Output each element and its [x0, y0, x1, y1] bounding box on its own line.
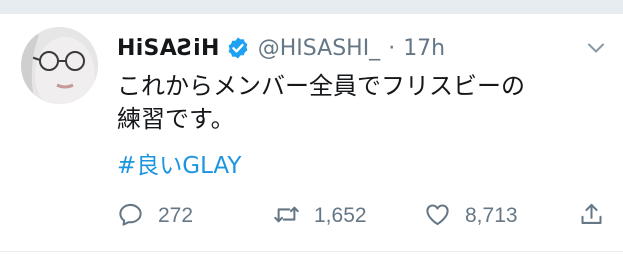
verified-badge-icon	[226, 36, 250, 60]
reply-count: 272	[158, 204, 194, 227]
tweet[interactable]: HiSAƧiH @HISASHI_ · 17h これからメンバー全員でフリスビー…	[0, 14, 623, 255]
timeline-divider-top	[0, 0, 623, 14]
display-name[interactable]: HiSAƧiH	[117, 36, 220, 61]
separator-dot: ·	[388, 35, 396, 61]
tweet-text-line-2: 練習です。	[117, 105, 235, 133]
share-button[interactable]	[578, 199, 605, 233]
timestamp[interactable]: 17h	[403, 36, 445, 61]
tweet-header: HiSAƧiH @HISASHI_ · 17h	[117, 33, 445, 63]
timeline-divider-bottom	[0, 251, 623, 252]
reply-icon	[117, 201, 144, 232]
reply-button[interactable]: 272	[117, 199, 193, 233]
like-button[interactable]: 8,713	[424, 199, 518, 233]
action-bar: 272 1,652 8,713	[117, 199, 617, 233]
share-icon	[578, 201, 605, 232]
tweet-text: これからメンバー全員でフリスビーの 練習です。	[117, 70, 607, 136]
retweet-icon	[273, 201, 300, 232]
retweet-button[interactable]: 1,652	[273, 199, 367, 233]
retweet-count: 1,652	[314, 204, 367, 227]
heart-icon	[424, 201, 451, 232]
chevron-down-icon[interactable]	[584, 36, 608, 60]
tweet-text-line-1: これからメンバー全員でフリスビーの	[117, 72, 525, 100]
avatar[interactable]	[21, 27, 98, 104]
username-handle[interactable]: @HISASHI_	[258, 36, 380, 61]
like-count: 8,713	[465, 204, 518, 227]
hashtag-link[interactable]: #良いGLAY	[117, 146, 241, 180]
